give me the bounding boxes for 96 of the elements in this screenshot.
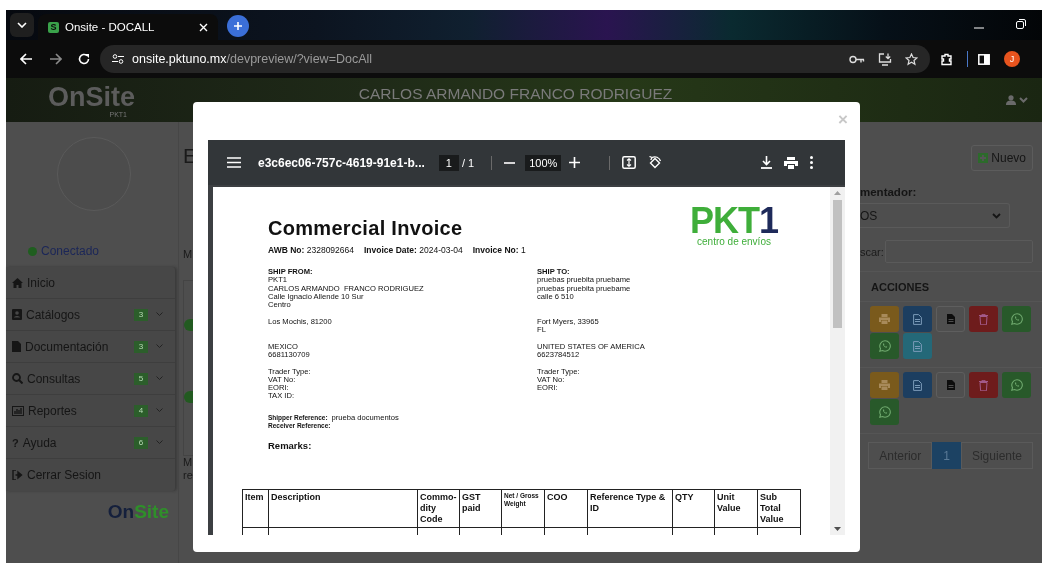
chevron-down-icon [17, 22, 27, 28]
question-mark-icon: ? [12, 436, 19, 449]
scroll-down-icon[interactable] [834, 527, 841, 531]
install-icon[interactable] [878, 52, 892, 66]
document-button[interactable] [903, 306, 932, 332]
footer-logo: OnSite [106, 501, 170, 523]
column-header: QTY [672, 489, 715, 528]
chat-bubble-icon [878, 340, 891, 352]
column-header: COO [544, 489, 588, 528]
item-count: 3 [134, 340, 148, 353]
document-icon [913, 313, 922, 325]
zoom-field[interactable]: 100% [525, 154, 562, 171]
contact-card-icon [12, 309, 22, 320]
bar-chart-icon [12, 405, 24, 416]
column-header: Reference Type & ID [587, 489, 673, 528]
document-button[interactable] [903, 372, 932, 398]
favicon: S [48, 21, 59, 33]
forward-icon[interactable] [49, 53, 62, 65]
logo-tagline: centro de envíos [697, 236, 771, 247]
zoom-out-icon[interactable] [504, 161, 516, 164]
item-count: 6 [134, 436, 148, 449]
remarks-label: Remarks: [268, 439, 313, 451]
restore-icon[interactable] [1016, 19, 1026, 29]
site-settings-icon[interactable] [112, 54, 124, 64]
page-number-field[interactable]: 1 [438, 154, 459, 171]
chevron-down-icon [156, 408, 163, 413]
item-count: 3 [134, 308, 148, 321]
file-icon [946, 314, 955, 324]
user-icon [1006, 95, 1016, 105]
plus-icon [233, 21, 243, 31]
close-icon[interactable] [199, 22, 208, 32]
printer-icon [879, 380, 890, 390]
trash-icon [979, 379, 988, 391]
browser-tab[interactable]: S Onsite - DOCALL [38, 14, 218, 40]
star-icon[interactable] [905, 52, 918, 66]
download-icon[interactable] [761, 156, 772, 169]
chevron-down-icon [156, 440, 163, 445]
invoice-field: Invoice Date: 2024-03-04 [364, 245, 463, 255]
sign-out-icon [12, 470, 23, 480]
file-button[interactable] [936, 372, 965, 398]
chat-bubble-icon [1010, 379, 1023, 391]
chevron-down-icon [156, 376, 163, 381]
page-count: / 1 [461, 156, 475, 169]
chevron-down-icon [992, 212, 1001, 219]
key-icon[interactable] [849, 54, 865, 64]
zoom-in-icon[interactable] [569, 157, 581, 168]
user-menu[interactable] [1006, 95, 1028, 105]
column-header: Sub Total Value [757, 489, 801, 528]
scrollbar-thumb[interactable] [833, 200, 842, 328]
file-name: e3c6ec06-757c-4619-91e1-b... [258, 155, 425, 170]
scrollbar[interactable] [830, 187, 845, 535]
app-logo: OnSite [48, 82, 135, 111]
chat-bubble-icon [1010, 313, 1023, 325]
address-bar[interactable]: onsite.pktuno.mx/devpreview/?view=DocAll [100, 45, 930, 73]
new-tab-button[interactable] [227, 15, 249, 37]
rotate-icon[interactable] [648, 155, 663, 170]
plus-icon [978, 153, 989, 163]
column-header: ACCIONES [871, 280, 930, 293]
document-icon [913, 340, 922, 352]
invoice-field: AWB No: 2328092664 [268, 245, 354, 255]
file-icon [12, 341, 21, 352]
sidebar-icon[interactable] [978, 53, 990, 65]
chevron-down-icon [156, 312, 163, 317]
file-button[interactable] [936, 306, 965, 332]
company-logo: PKT1 [689, 204, 778, 238]
profile-avatar[interactable]: J [1004, 51, 1020, 67]
home-icon [12, 277, 23, 288]
tab-search-button[interactable] [10, 13, 34, 37]
invoice-field: Invoice No: 1 [472, 245, 526, 255]
filter-label: mentador: [860, 186, 918, 198]
item-count: 4 [134, 404, 148, 417]
document-icon [913, 379, 922, 391]
item-count: 5 [134, 372, 148, 385]
extensions-icon[interactable] [940, 52, 953, 66]
chevron-down-icon [1019, 97, 1028, 103]
column-header: Description [268, 489, 418, 528]
tab-title: Onsite - DOCALL [65, 21, 156, 33]
column-header: GST paid [459, 489, 502, 528]
printer-icon [879, 314, 890, 324]
user-name: CARLOS ARMANDO FRANCO RODRIGUEZ [357, 87, 674, 101]
reload-icon[interactable] [78, 53, 90, 65]
document-title: Commercial Invoice [268, 216, 464, 240]
menu-icon[interactable] [227, 157, 241, 168]
url-text: onsite.pktuno.mx/devpreview/?view=DocAll [132, 52, 373, 66]
column-header: Unit Value [714, 489, 758, 528]
chevron-down-icon [156, 344, 163, 349]
file-icon [946, 380, 955, 390]
search-icon [12, 373, 23, 384]
print-icon[interactable] [784, 156, 798, 169]
fit-page-icon[interactable] [622, 156, 637, 169]
column-header: Item [242, 489, 269, 528]
chat-bubble-icon [878, 406, 891, 418]
trash-icon [979, 313, 988, 325]
column-header: Commo-dity Code [417, 489, 460, 528]
back-icon[interactable] [20, 53, 33, 65]
more-icon[interactable] [810, 156, 813, 169]
